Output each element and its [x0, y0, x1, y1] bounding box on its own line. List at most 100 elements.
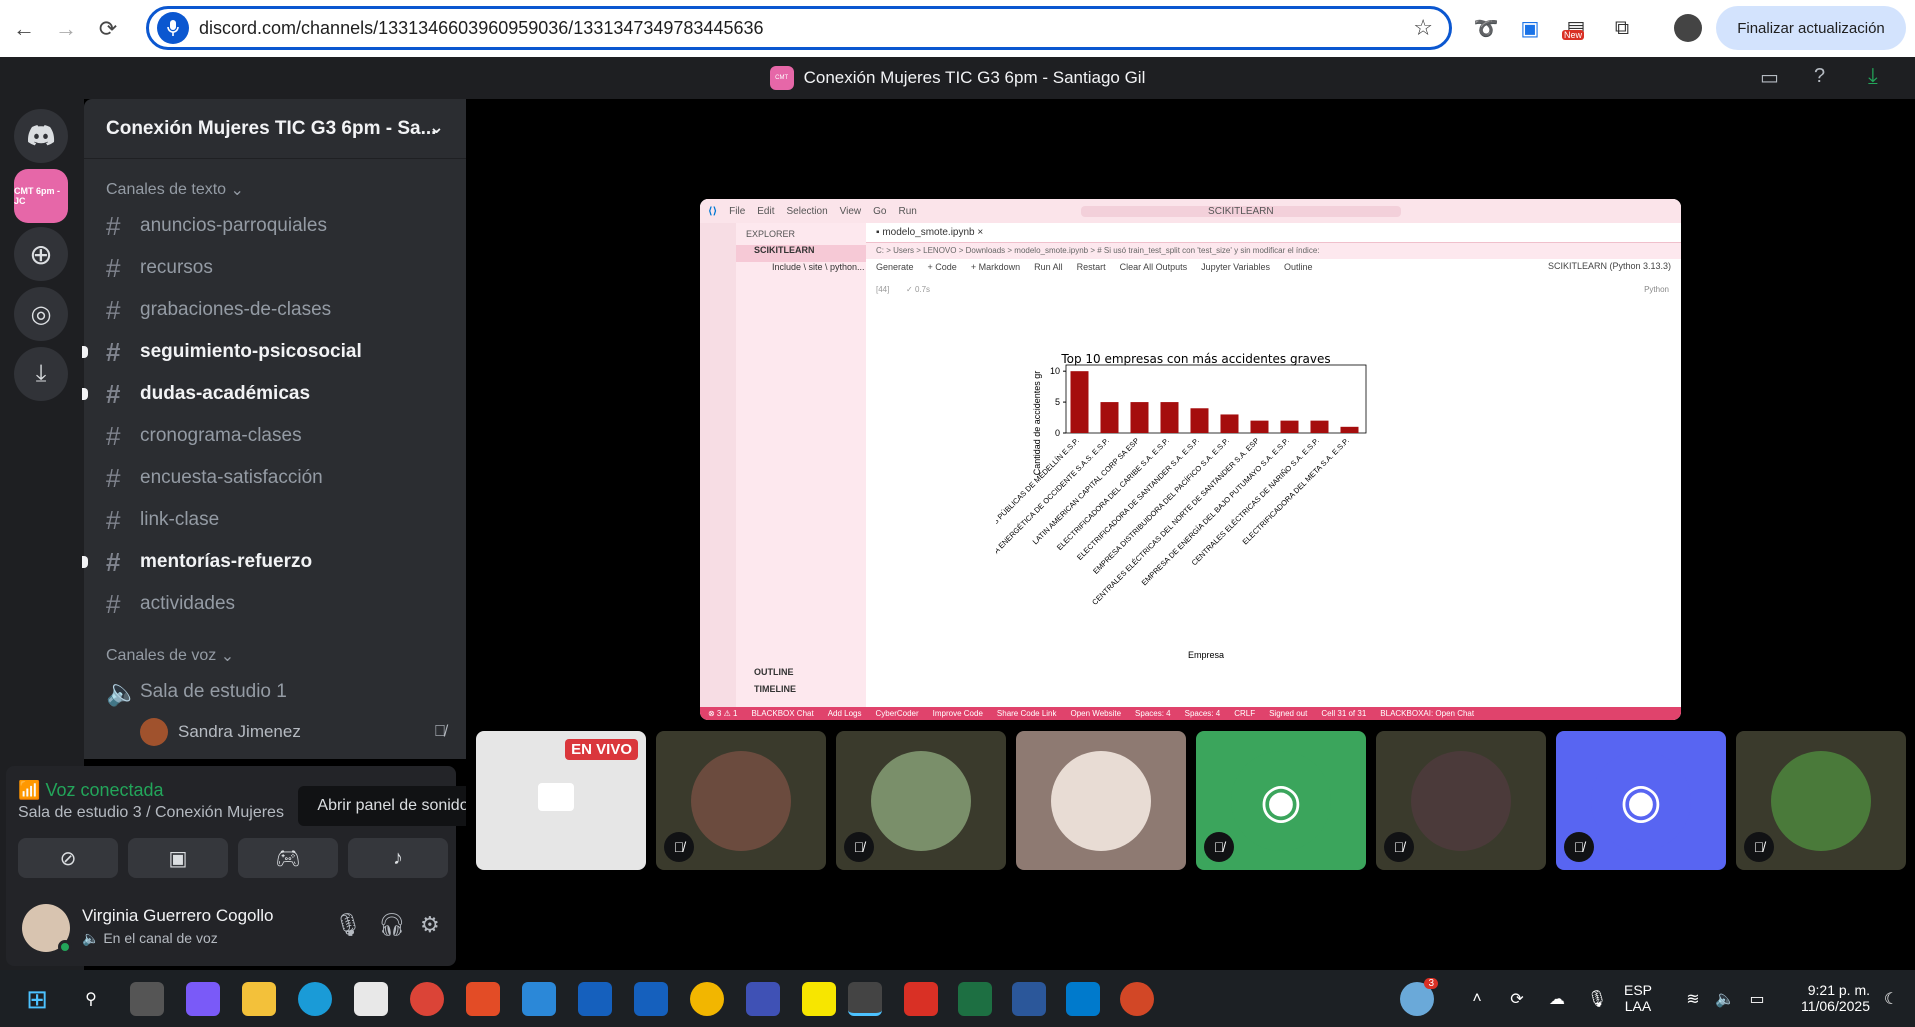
wifi-icon[interactable]: ≋ — [1676, 982, 1710, 1016]
file-explorer-icon[interactable] — [242, 982, 276, 1016]
server-header[interactable]: Conexión Mujeres TIC G3 6pm - Sa... ⌄ — [84, 99, 466, 159]
toolbar-item[interactable]: Outline — [1284, 262, 1313, 274]
toolbar-item[interactable]: Run All — [1034, 262, 1063, 274]
kernel-label[interactable]: SCIKITLEARN (Python 3.13.3) — [1548, 261, 1671, 271]
channel-item[interactable]: # seguimiento-psicosocial — [82, 331, 466, 373]
menu-item[interactable]: Go — [873, 206, 886, 217]
copilot-extension-icon[interactable]: ➰ — [1472, 14, 1500, 42]
status-item[interactable]: BLACKBOX Chat — [751, 709, 813, 718]
avatar[interactable] — [22, 904, 72, 954]
update-button[interactable]: Finalizar actualización — [1716, 6, 1906, 50]
voice-user[interactable]: Sandra Jimenez 🎙̸ — [84, 713, 466, 751]
voice-channel[interactable]: 🔈 Sala de estudio 1 — [84, 671, 466, 713]
excel-icon[interactable] — [958, 982, 992, 1016]
discover-compass-icon[interactable]: ◎ — [14, 287, 68, 341]
toolbar-item[interactable]: + Code — [928, 262, 957, 274]
notification-icon[interactable]: ☾ — [1874, 982, 1908, 1016]
sticky-notes-icon[interactable] — [802, 982, 836, 1016]
gear-icon[interactable]: ⚙ — [420, 912, 440, 938]
status-item[interactable]: Cell 31 of 31 — [1321, 709, 1366, 718]
chrome-icon[interactable] — [410, 982, 444, 1016]
store-icon[interactable] — [354, 982, 388, 1016]
security-icon[interactable] — [634, 982, 668, 1016]
forward-button[interactable]: → — [48, 11, 84, 47]
editor-tab[interactable]: ▪ modelo_smote.ipynb × — [866, 223, 1681, 243]
menu-item[interactable]: View — [840, 206, 862, 217]
channel-item[interactable]: # recursos — [84, 247, 466, 289]
maps-icon[interactable] — [690, 982, 724, 1016]
channel-item[interactable]: # anuncios-parroquiales — [84, 205, 466, 247]
anydesk-icon[interactable] — [904, 982, 938, 1016]
tray-chevron-icon[interactable]: ˄ — [1460, 982, 1494, 1016]
channel-item[interactable]: # grabaciones-de-clases — [84, 289, 466, 331]
clock[interactable]: 9:21 p. m. 11/06/2025 — [1776, 982, 1870, 1014]
chrome-active-icon[interactable] — [848, 982, 882, 1016]
menu-item[interactable]: Run — [898, 206, 916, 217]
channel-item[interactable]: # encuesta-satisfacción — [84, 457, 466, 499]
notepad-icon[interactable] — [522, 982, 556, 1016]
status-item[interactable]: Spaces: 4 — [1135, 709, 1171, 718]
shared-screen[interactable]: ⟨⟩ File Edit Selection View Go Run SCIKITLEAR… — [700, 199, 1681, 720]
app-icon[interactable] — [466, 982, 500, 1016]
extension-new-icon[interactable]: ▤ New — [1562, 14, 1590, 42]
word-icon[interactable] — [1012, 982, 1046, 1016]
command-search[interactable]: SCIKITLEARN — [1080, 205, 1401, 217]
outline-section[interactable]: OUTLINE — [736, 667, 866, 684]
tree-item[interactable]: Include \ site \ python... — [754, 262, 866, 279]
back-button[interactable]: ← — [6, 11, 42, 47]
download-apps-icon[interactable]: ⤓ — [14, 347, 68, 401]
copilot-icon[interactable] — [186, 982, 220, 1016]
discord-home-icon[interactable] — [14, 109, 68, 163]
bookmark-star-icon[interactable]: ☆ — [1413, 15, 1433, 41]
toolbar-item[interactable]: + Markdown — [971, 262, 1020, 274]
reload-button[interactable]: ⟳ — [90, 11, 126, 47]
toolbar-item[interactable]: Jupyter Variables — [1201, 262, 1270, 274]
status-item[interactable]: Share Code Link — [997, 709, 1057, 718]
help-icon[interactable]: ? — [1814, 65, 1825, 88]
battery-icon[interactable]: ▭ — [1740, 982, 1774, 1016]
screen-share-button[interactable]: ▣ — [128, 838, 228, 878]
vscode-icon[interactable] — [1066, 982, 1100, 1016]
powerpoint-icon[interactable] — [1120, 982, 1154, 1016]
status-item[interactable]: Add Logs — [828, 709, 862, 718]
participant-tile[interactable]: ◉ 🎙̸ — [1196, 731, 1366, 870]
channel-item[interactable]: # link-clase — [84, 499, 466, 541]
text-category[interactable]: Canales de texto ⌄ — [84, 175, 466, 205]
voice-location[interactable]: Sala de estudio 3 / Conexión Mujeres — [18, 804, 284, 822]
activities-gamepad-button[interactable]: 🎮︎ — [238, 838, 338, 878]
status-item[interactable]: Spaces: 4 — [1185, 709, 1221, 718]
microphone-icon[interactable] — [157, 12, 189, 44]
edge-icon[interactable] — [298, 982, 332, 1016]
status-item[interactable]: CRLF — [1234, 709, 1255, 718]
channel-item[interactable]: # dudas-académicas — [82, 373, 466, 415]
weather-icon[interactable]: 3 — [1400, 978, 1438, 1016]
add-server-icon[interactable]: ⊕ — [14, 227, 68, 281]
timeline-section[interactable]: TIMELINE — [736, 684, 866, 701]
headphones-icon[interactable]: 🎧︎ — [378, 912, 406, 938]
participant-tile[interactable] — [1016, 731, 1186, 870]
status-item[interactable]: ⊗ 3 ⚠ 1 — [708, 709, 737, 718]
channel-item[interactable]: # cronograma-clases — [84, 415, 466, 457]
explorer-root[interactable]: SCIKITLEARN — [736, 245, 866, 262]
soundboard-button[interactable]: ♪ — [348, 838, 448, 878]
channel-item[interactable]: # actividades — [84, 583, 466, 625]
toolbar-item[interactable]: Clear All Outputs — [1120, 262, 1188, 274]
status-item[interactable]: CyberCoder — [876, 709, 919, 718]
language-indicator[interactable]: ESP LAA — [1624, 982, 1652, 1014]
volume-icon[interactable]: 🔈 — [1708, 982, 1742, 1016]
stream-tile[interactable]: EN VIVO — [476, 731, 646, 870]
start-icon[interactable]: ⊞ — [20, 982, 54, 1016]
participant-tile[interactable]: 🎙̸ — [1376, 731, 1546, 870]
bitwarden-icon[interactable] — [746, 982, 780, 1016]
sync-icon[interactable]: ⟳ — [1500, 982, 1534, 1016]
status-item[interactable]: Signed out — [1269, 709, 1307, 718]
microphone-icon[interactable]: 🎙︎ — [1580, 982, 1614, 1016]
server-icon[interactable]: CMT 6pm - JC — [14, 169, 68, 223]
screen-capture-icon[interactable]: ▣ — [1516, 14, 1544, 42]
toolbar-item[interactable]: Restart — [1077, 262, 1106, 274]
channel-item[interactable]: # mentorías-refuerzo — [82, 541, 466, 583]
participant-tile[interactable]: ◉ 🎙̸ — [1556, 731, 1726, 870]
search-icon[interactable]: ⚲ — [74, 982, 108, 1016]
download-icon[interactable]: ⤓ — [1868, 63, 1878, 89]
microphone-icon[interactable]: 🎙︎ — [334, 912, 362, 938]
